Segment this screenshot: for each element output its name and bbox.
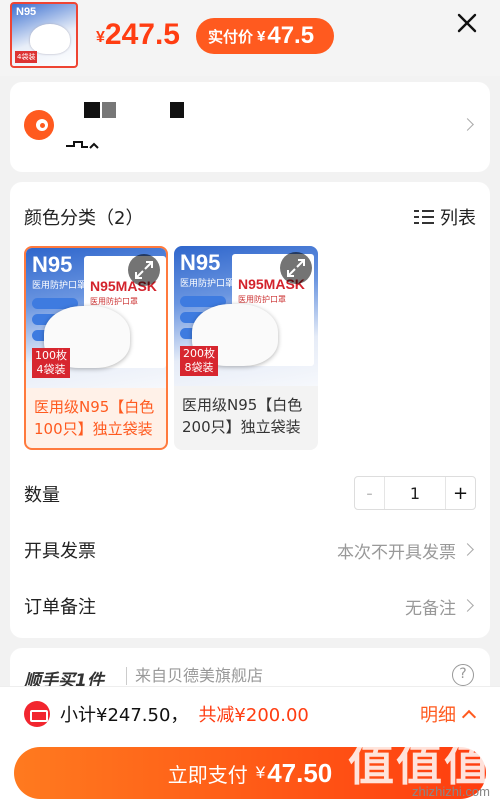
variant-option[interactable]: N95 医用防护口罩 N95MASK 医用防护口罩 100枚 4袋装 医用级N9…: [24, 246, 168, 450]
help-icon[interactable]: ?: [452, 664, 474, 686]
chevron-up-icon: [461, 709, 477, 725]
chevron-right-icon: [461, 118, 474, 131]
quantity-stepper[interactable]: - 1 +: [354, 476, 476, 510]
quantity-value[interactable]: 1: [385, 484, 445, 503]
chevron-right-icon: [461, 599, 474, 612]
expand-icon[interactable]: [128, 254, 160, 286]
invoice-row[interactable]: 开具发票 本次不开具发票: [24, 530, 476, 570]
redacted-text: [170, 102, 184, 118]
details-toggle[interactable]: 明细: [420, 701, 477, 727]
add-on-source: 来自贝德美旗舰店: [126, 667, 263, 685]
address-card[interactable]: [10, 82, 490, 172]
quantity-row: 数量 - 1 +: [24, 474, 476, 514]
pack-tag: 200枚 8袋装: [180, 346, 218, 376]
quantity-label: 数量: [24, 485, 60, 506]
remark-value: 无备注: [405, 598, 456, 619]
pack-tag: 100枚 4袋装: [32, 348, 70, 378]
thumbnail-brand: N95: [16, 6, 37, 18]
variant-label: 医用级N95【白色100只】独立袋装: [34, 398, 155, 438]
close-icon[interactable]: [456, 12, 478, 34]
remark-row[interactable]: 订单备注 无备注: [24, 586, 476, 626]
order-header: N95 4袋装 ¥247.5 实付价 ¥ 47.5: [0, 0, 500, 76]
variant-image: N95 医用防护口罩 N95MASK 医用防护口罩 200枚 8袋装: [174, 246, 318, 386]
increase-button[interactable]: +: [445, 477, 475, 509]
chevron-right-icon: [461, 543, 474, 556]
variant-option[interactable]: N95 医用防护口罩 N95MASK 医用防护口罩 200枚 8袋装 医用级N9…: [174, 246, 318, 450]
invoice-value: 本次不开具发票: [337, 542, 456, 563]
redacted-scribble: [66, 141, 99, 149]
list-icon: [414, 208, 434, 226]
thumbnail-tag: 4袋装: [15, 51, 38, 63]
actual-price-badge: 实付价 ¥ 47.5: [196, 18, 334, 54]
subtotal-text: 小计¥247.50， 共减¥200.00: [60, 701, 309, 727]
order-options-card: 颜色分类（2） 列表 N95 医用防护口罩 N95MASK 医用防护口罩 100…: [10, 182, 490, 638]
subtotal-amount: 小计¥247.50，: [60, 705, 189, 726]
decrease-button[interactable]: -: [355, 477, 385, 509]
original-price: ¥247.5: [96, 18, 180, 51]
list-toggle-label: 列表: [440, 208, 476, 229]
discount-amount: 共减¥200.00: [198, 705, 309, 726]
spec-title: 颜色分类（2）: [24, 208, 144, 229]
redacted-text: [84, 102, 100, 118]
remark-label: 订单备注: [24, 597, 96, 618]
details-label: 明细: [420, 705, 456, 726]
invoice-label: 开具发票: [24, 541, 96, 562]
variant-image: N95 医用防护口罩 N95MASK 医用防护口罩 100枚 4袋装: [26, 248, 166, 388]
product-thumbnail[interactable]: N95 4袋装: [10, 2, 78, 68]
variant-label: 医用级N95【白色200只】独立袋装: [182, 396, 303, 436]
coupon-icon: [24, 701, 50, 727]
list-view-toggle[interactable]: 列表: [414, 204, 476, 230]
mask-image: [30, 24, 70, 54]
watermark-url: zhizhizhi.com: [411, 784, 490, 799]
redacted-text: [102, 102, 116, 118]
expand-icon[interactable]: [280, 252, 312, 284]
location-icon: [24, 110, 54, 140]
